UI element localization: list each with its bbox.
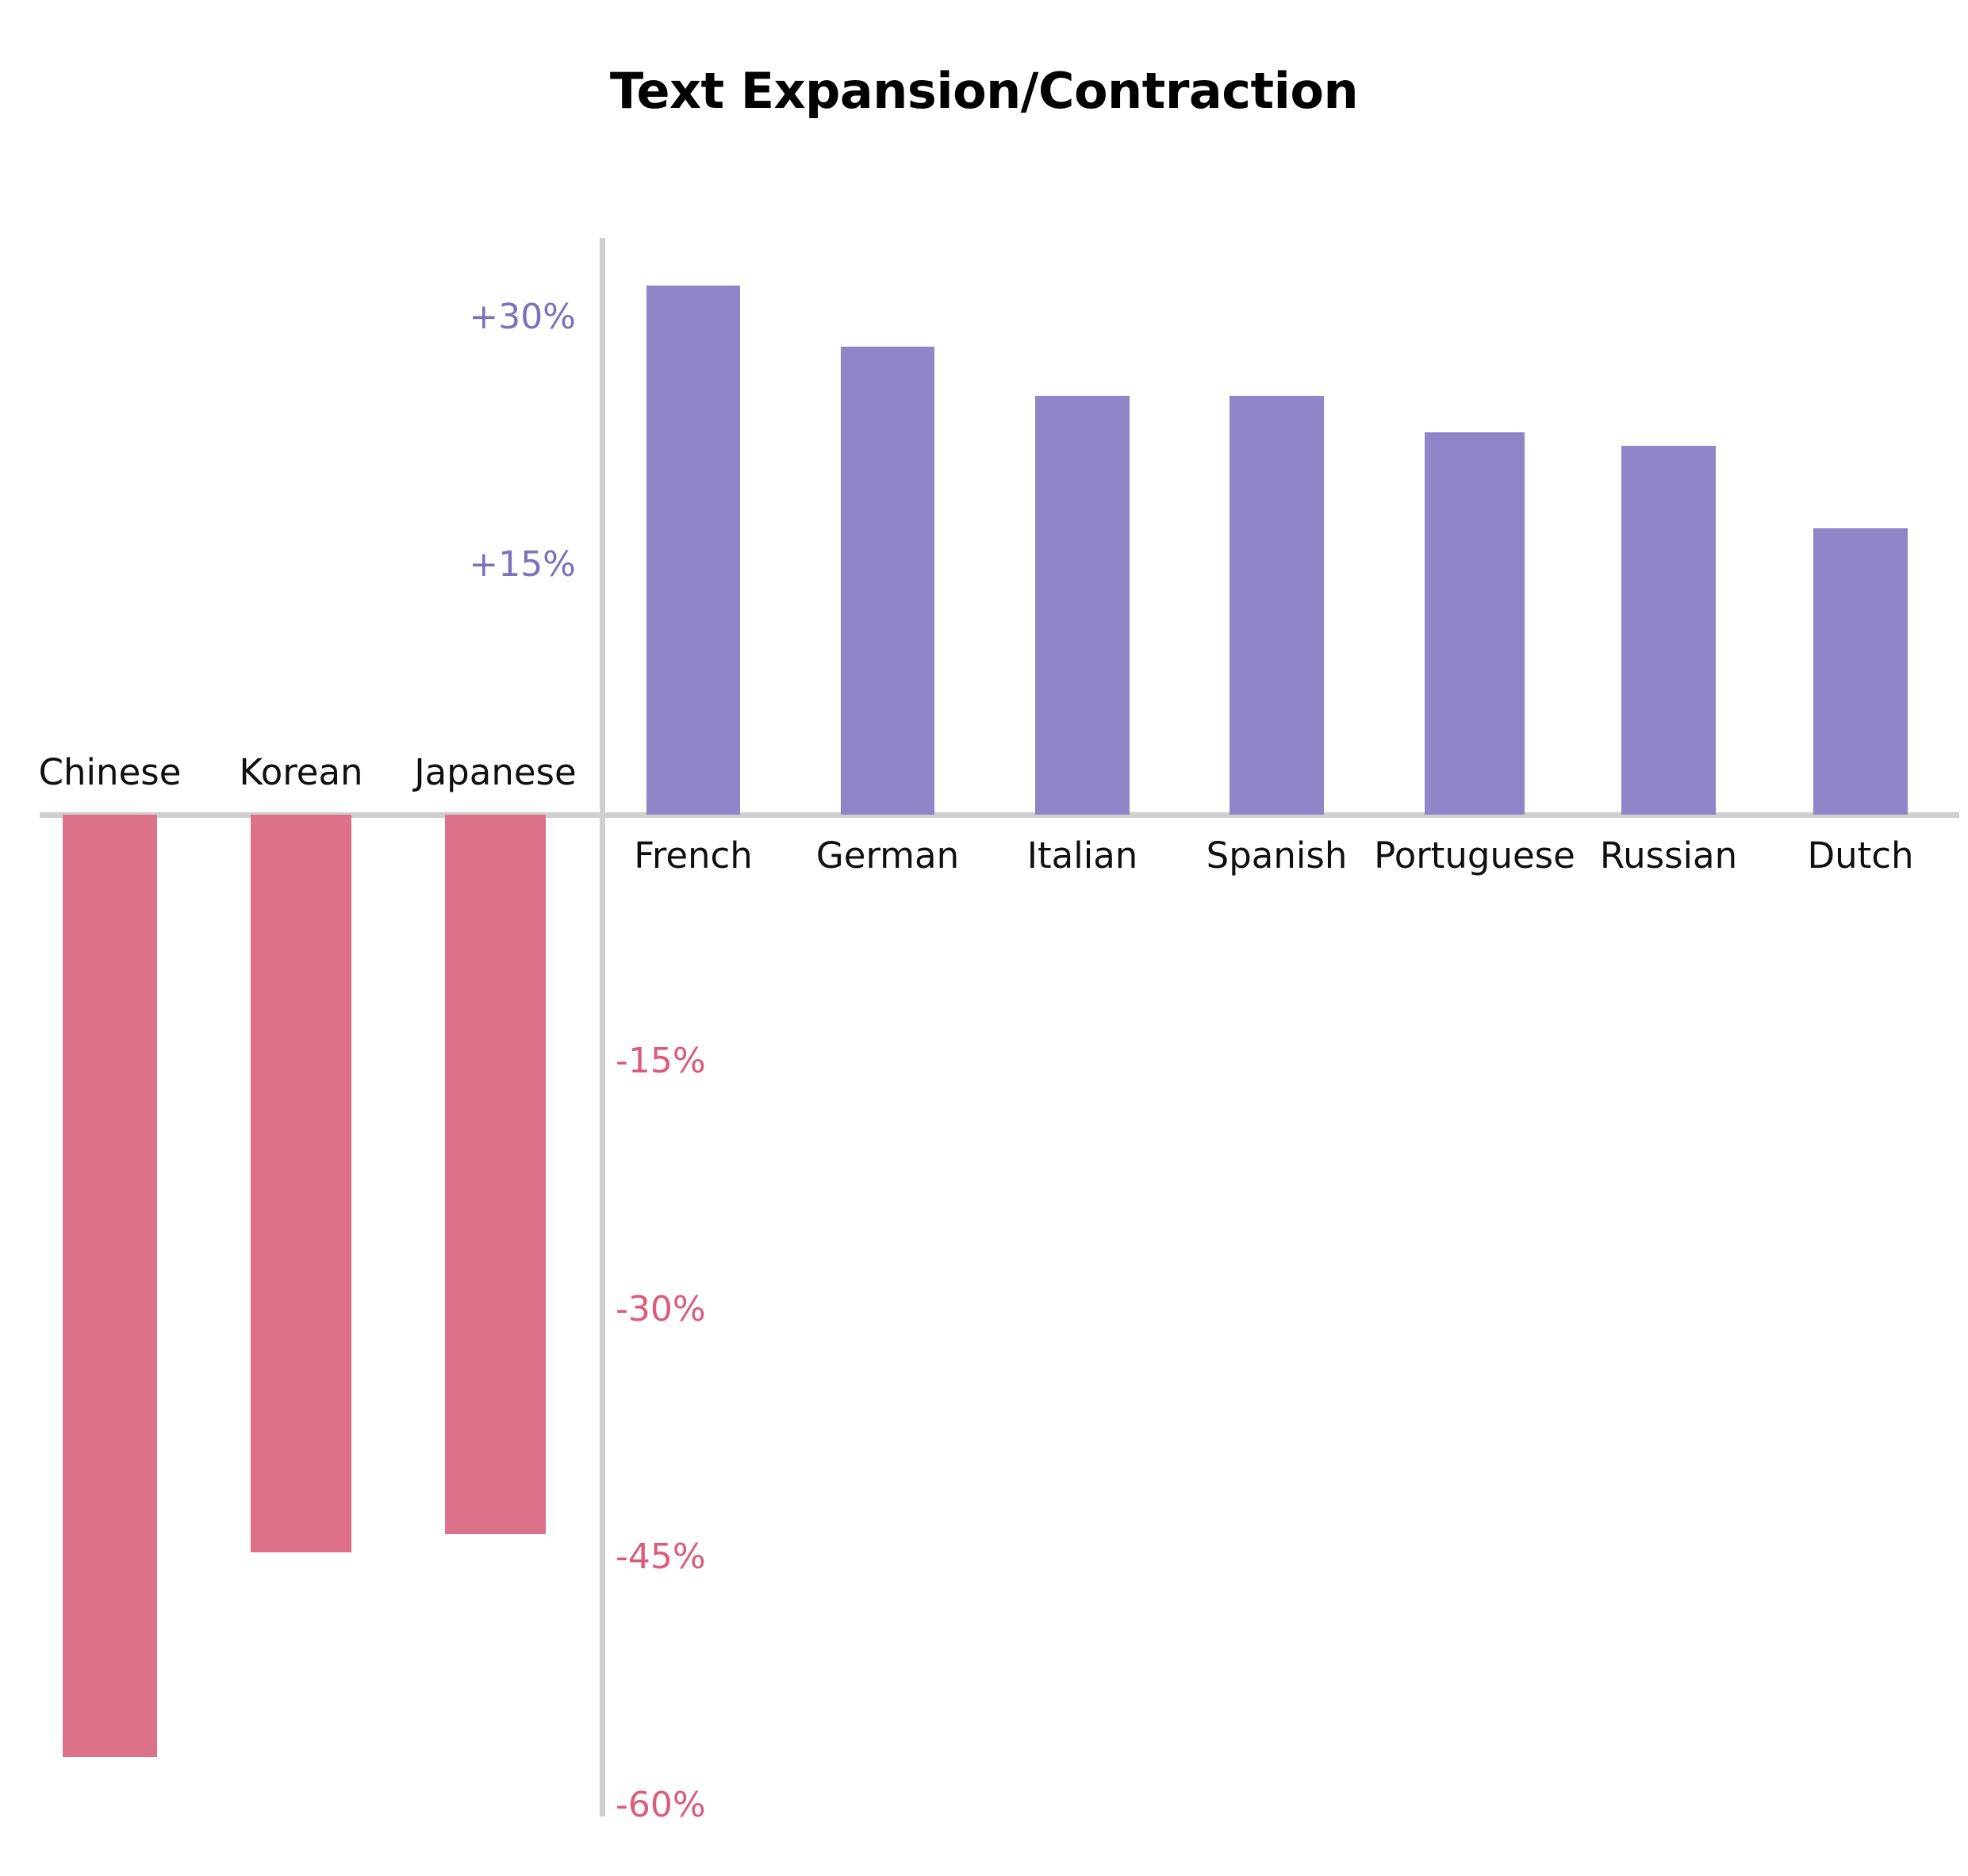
bar-italian[interactable]	[1035, 396, 1130, 815]
bar-dutch[interactable]	[1813, 528, 1908, 815]
y-tick-neg15: -15%	[616, 1040, 706, 1081]
bar-japanese[interactable]	[445, 815, 546, 1534]
y-tick-neg45: -45%	[616, 1536, 706, 1578]
y-axis-line	[600, 238, 605, 1817]
x-label-japanese: Japanese	[414, 751, 577, 793]
bar-chinese[interactable]	[63, 815, 157, 1758]
bar-korean[interactable]	[251, 815, 351, 1552]
y-tick-neg60: -60%	[616, 1785, 706, 1825]
chart-figure: Text Expansion/Contraction Chinese Korean…	[0, 0, 1968, 1876]
x-label-dutch: Dutch	[1807, 834, 1914, 877]
bar-french[interactable]	[646, 285, 740, 815]
y-tick-neg30: -30%	[616, 1288, 706, 1329]
bar-spanish[interactable]	[1230, 396, 1324, 815]
y-tick-30: +30%	[469, 296, 576, 337]
plot-area: Chinese Korean Japanese French German Italian…	[0, 0, 1968, 1876]
bar-russian[interactable]	[1621, 446, 1716, 815]
bar-german[interactable]	[841, 346, 934, 815]
y-tick-15: +15%	[469, 544, 576, 585]
bar-portuguese[interactable]	[1425, 432, 1525, 815]
